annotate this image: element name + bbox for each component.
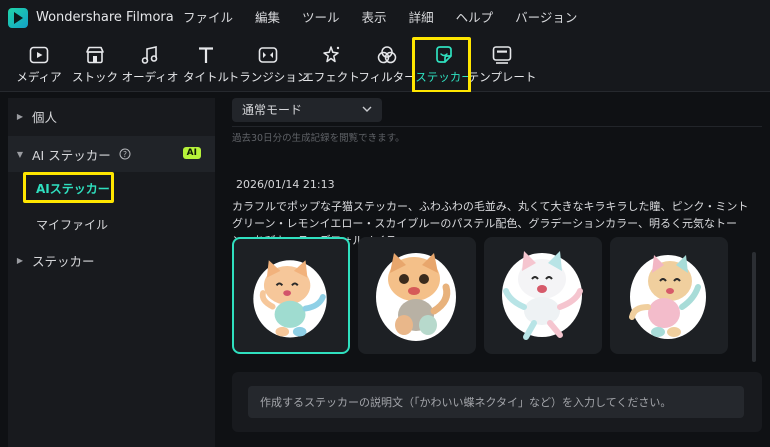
- filter-icon: [377, 46, 397, 64]
- sidebar-item-sticker-label: ステッカー: [32, 253, 95, 269]
- app-title: Wondershare Filmora: [36, 10, 174, 25]
- mode-dropdown-value: 通常モード: [242, 103, 303, 117]
- expand-right-icon: ▶: [16, 255, 24, 265]
- media-icon: [29, 46, 49, 64]
- sticker-result-1[interactable]: [232, 237, 350, 354]
- tool-sticker-label: ステッカー: [415, 70, 473, 84]
- results-scrollbar[interactable]: [752, 252, 756, 362]
- sidebar-item-ai-sticker-sub[interactable]: AIステッカー: [36, 180, 110, 197]
- sticker-result-3[interactable]: [484, 237, 602, 354]
- divider: [232, 126, 762, 127]
- title-icon: [199, 47, 213, 63]
- audio-icon: [141, 46, 158, 64]
- menu-file[interactable]: ファイル: [172, 0, 244, 36]
- effect-icon: [323, 46, 340, 63]
- tool-template[interactable]: テンプレート: [468, 40, 536, 90]
- tool-effect-label: エフェクト: [302, 70, 360, 84]
- sidebar-item-my-files[interactable]: マイファイル: [36, 216, 108, 233]
- tool-audio[interactable]: オーディオ: [121, 40, 179, 90]
- tool-template-label: テンプレート: [467, 70, 537, 84]
- tool-effect[interactable]: エフェクト: [302, 40, 360, 90]
- menu-edit[interactable]: 編集: [244, 0, 291, 36]
- prompt-input-panel: [232, 372, 762, 432]
- generation-timestamp: 2026/01/14 21:13: [236, 178, 335, 191]
- tool-media-label: メディア: [16, 70, 62, 84]
- main-panel: 通常モード 過去30日分の生成記録を閲覧できます。 2026/01/14 21:…: [218, 92, 770, 447]
- tool-stock[interactable]: ストック: [70, 40, 120, 90]
- tool-transition-label: トランジション: [227, 70, 309, 84]
- kitten-sticker-image: [629, 255, 706, 339]
- sticker-icon: [436, 46, 452, 63]
- sidebar: ▶ 個人 ▼ AI ステッカー ? AI AIステッカー マイファイル ▶ ステ…: [8, 98, 215, 447]
- sidebar-item-ai-sticker-label: AI ステッカー: [32, 147, 111, 163]
- ai-badge: AI: [182, 147, 201, 159]
- expand-down-icon: ▼: [16, 149, 24, 159]
- kitten-sticker-image: [376, 253, 456, 341]
- sticker-result-4[interactable]: [610, 237, 728, 354]
- menu-help[interactable]: ヘルプ: [445, 0, 505, 36]
- tool-audio-label: オーディオ: [121, 70, 179, 84]
- sticker-result-2[interactable]: [358, 237, 476, 354]
- tool-sticker[interactable]: ステッカー: [415, 40, 473, 90]
- sidebar-item-sticker[interactable]: ▶ ステッカー: [8, 242, 215, 278]
- filmora-logo-icon: [8, 8, 28, 28]
- menu-tools[interactable]: ツール: [291, 0, 351, 36]
- title-bar: Wondershare Filmora ファイル 編集 ツール 表示 詳細 ヘル…: [0, 0, 770, 36]
- menu-version[interactable]: バージョン: [504, 0, 588, 36]
- sticker-description-input[interactable]: [248, 386, 744, 418]
- history-notice: 過去30日分の生成記録を閲覧できます。: [232, 133, 405, 144]
- kitten-sticker-image: [502, 251, 583, 340]
- module-toolbar: メディア ストック オーディオ タイトル トランジション エフェクト フィルター…: [0, 36, 770, 92]
- mode-dropdown[interactable]: 通常モード: [232, 98, 382, 122]
- chevron-down-icon: [362, 106, 372, 112]
- tool-filter-label: フィルター: [358, 70, 416, 84]
- tool-media[interactable]: メディア: [12, 40, 66, 90]
- menu-view[interactable]: 表示: [351, 0, 398, 36]
- sidebar-item-ai-sticker[interactable]: ▼ AI ステッカー ? AI: [8, 136, 215, 172]
- menu-advanced[interactable]: 詳細: [398, 0, 445, 36]
- help-icon[interactable]: ?: [119, 148, 131, 160]
- sidebar-item-personal[interactable]: ▶ 個人: [8, 98, 215, 134]
- svg-text:?: ?: [123, 150, 127, 159]
- tool-stock-label: ストック: [72, 70, 118, 84]
- tool-filter[interactable]: フィルター: [358, 40, 416, 90]
- template-icon: [492, 46, 512, 64]
- stock-icon: [86, 46, 104, 64]
- tool-transition[interactable]: トランジション: [228, 40, 308, 90]
- sidebar-item-personal-label: 個人: [32, 109, 58, 125]
- tool-title[interactable]: タイトル: [182, 40, 230, 90]
- kitten-sticker-image: [253, 260, 327, 338]
- menu-bar: ファイル 編集 ツール 表示 詳細 ヘルプ バージョン: [172, 0, 588, 36]
- transition-icon: [258, 47, 278, 63]
- tool-title-label: タイトル: [183, 70, 229, 84]
- expand-right-icon: ▶: [16, 111, 24, 121]
